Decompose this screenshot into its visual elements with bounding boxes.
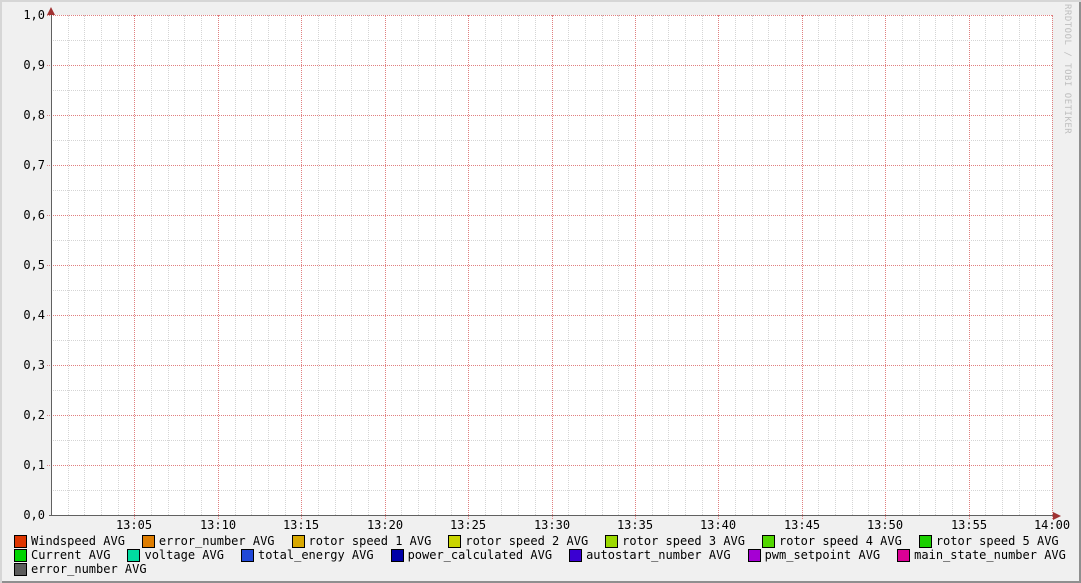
legend-item: pwm_setpoint AVG [748, 548, 881, 562]
plot-area [51, 15, 1052, 515]
gridline-minor-h [51, 140, 1052, 141]
x-tick-label: 13:10 [186, 519, 250, 532]
legend-item: total_energy AVG [241, 548, 374, 562]
legend-swatch-icon [919, 535, 932, 548]
gridline-major-h [47, 15, 1052, 16]
legend-label: Windspeed AVG [31, 535, 125, 548]
legend-label: rotor speed 2 AVG [465, 535, 588, 548]
legend-item: Current AVG [14, 548, 110, 562]
y-axis-arrow-icon [47, 7, 55, 15]
gridline-major-h [47, 65, 1052, 66]
gridline-minor-h [51, 240, 1052, 241]
legend-label: pwm_setpoint AVG [765, 549, 881, 562]
legend-item: error_number AVG [14, 562, 147, 576]
legend-label: total_energy AVG [258, 549, 374, 562]
gridline-major-h [47, 465, 1052, 466]
legend-row: error_number AVG [14, 562, 1081, 576]
gridline-minor-h [51, 40, 1052, 41]
y-axis-line [51, 11, 52, 516]
y-tick-label: 0,0 [0, 508, 45, 522]
gridline-minor-h [51, 90, 1052, 91]
gridline-major-h [47, 415, 1052, 416]
legend-swatch-icon [14, 563, 27, 576]
x-tick-label: 13:30 [520, 519, 584, 532]
legend-label: main_state_number AVG [914, 549, 1066, 562]
gridline-minor-h [51, 340, 1052, 341]
y-tick-label: 0,6 [0, 208, 45, 222]
y-tick-label: 0,9 [0, 58, 45, 72]
y-tick-label: 0,2 [0, 408, 45, 422]
x-tick-label: 13:45 [770, 519, 834, 532]
legend-swatch-icon [391, 549, 404, 562]
legend-item: main_state_number AVG [897, 548, 1066, 562]
x-tick-label: 13:05 [102, 519, 166, 532]
y-tick-label: 1,0 [0, 8, 45, 22]
gridline-major-h [47, 265, 1052, 266]
legend-swatch-icon [292, 535, 305, 548]
legend: Windspeed AVG error_number AVG rotor speed… [14, 534, 1081, 576]
x-axis-line [49, 515, 1054, 516]
y-tick-label: 0,1 [0, 458, 45, 472]
legend-label: error_number AVG [159, 535, 275, 548]
legend-item: Windspeed AVG [14, 534, 125, 548]
legend-item: rotor speed 4 AVG [762, 534, 902, 548]
gridline-minor-h [51, 390, 1052, 391]
legend-item: rotor speed 5 AVG [919, 534, 1059, 548]
x-tick-label: 14:00 [1020, 519, 1081, 532]
gridline-major-h [47, 315, 1052, 316]
y-tick-label: 0,4 [0, 308, 45, 322]
legend-label: rotor speed 1 AVG [309, 535, 432, 548]
legend-label: rotor speed 5 AVG [936, 535, 1059, 548]
y-tick-label: 0,5 [0, 258, 45, 272]
legend-label: autostart_number AVG [586, 549, 731, 562]
gridline-minor-h [51, 290, 1052, 291]
legend-item: voltage AVG [127, 548, 223, 562]
x-tick-label: 13:55 [937, 519, 1001, 532]
legend-item: rotor speed 3 AVG [605, 534, 745, 548]
legend-item: autostart_number AVG [569, 548, 731, 562]
legend-swatch-icon [448, 535, 461, 548]
legend-label: rotor speed 4 AVG [779, 535, 902, 548]
legend-swatch-icon [14, 535, 27, 548]
legend-swatch-icon [569, 549, 582, 562]
legend-item: power_calculated AVG [391, 548, 553, 562]
x-tick-label: 13:40 [686, 519, 750, 532]
legend-row: Windspeed AVG error_number AVG rotor speed… [14, 534, 1081, 548]
legend-item: rotor speed 2 AVG [448, 534, 588, 548]
x-tick-label: 13:20 [353, 519, 417, 532]
legend-swatch-icon [762, 535, 775, 548]
x-tick-label: 13:50 [853, 519, 917, 532]
gridline-minor-h [51, 190, 1052, 191]
legend-swatch-icon [897, 549, 910, 562]
legend-label: error_number AVG [31, 563, 147, 576]
gridline-minor-h [51, 490, 1052, 491]
legend-item: error_number AVG [142, 534, 275, 548]
legend-label: power_calculated AVG [408, 549, 553, 562]
watermark: RRDTOOL / TOBI OETIKER [1062, 4, 1072, 134]
gridline-minor-h [51, 440, 1052, 441]
legend-swatch-icon [14, 549, 27, 562]
legend-swatch-icon [605, 535, 618, 548]
legend-swatch-icon [748, 549, 761, 562]
legend-label: Current AVG [31, 549, 110, 562]
legend-swatch-icon [142, 535, 155, 548]
gridline-major-h [47, 215, 1052, 216]
legend-swatch-icon [241, 549, 254, 562]
y-tick-label: 0,3 [0, 358, 45, 372]
gridline-major-h [47, 115, 1052, 116]
legend-row: Current AVG voltage AVG total_energy AVG po… [14, 548, 1081, 562]
legend-item: rotor speed 1 AVG [292, 534, 432, 548]
x-tick-label: 13:15 [269, 519, 333, 532]
x-tick-label: 13:35 [603, 519, 667, 532]
x-tick-label: 13:25 [436, 519, 500, 532]
legend-label: rotor speed 3 AVG [622, 535, 745, 548]
y-tick-label: 0,7 [0, 158, 45, 172]
rrdtool-graph: 0,0 0,1 0,2 0,3 0,4 0,5 0,6 0,7 0,8 0,9 1,0 13:05 1… [0, 0, 1081, 583]
y-tick-label: 0,8 [0, 108, 45, 122]
gridline-major-h [47, 165, 1052, 166]
legend-label: voltage AVG [144, 549, 223, 562]
gridline-major-v [1052, 15, 1053, 519]
legend-swatch-icon [127, 549, 140, 562]
gridline-major-h [47, 365, 1052, 366]
